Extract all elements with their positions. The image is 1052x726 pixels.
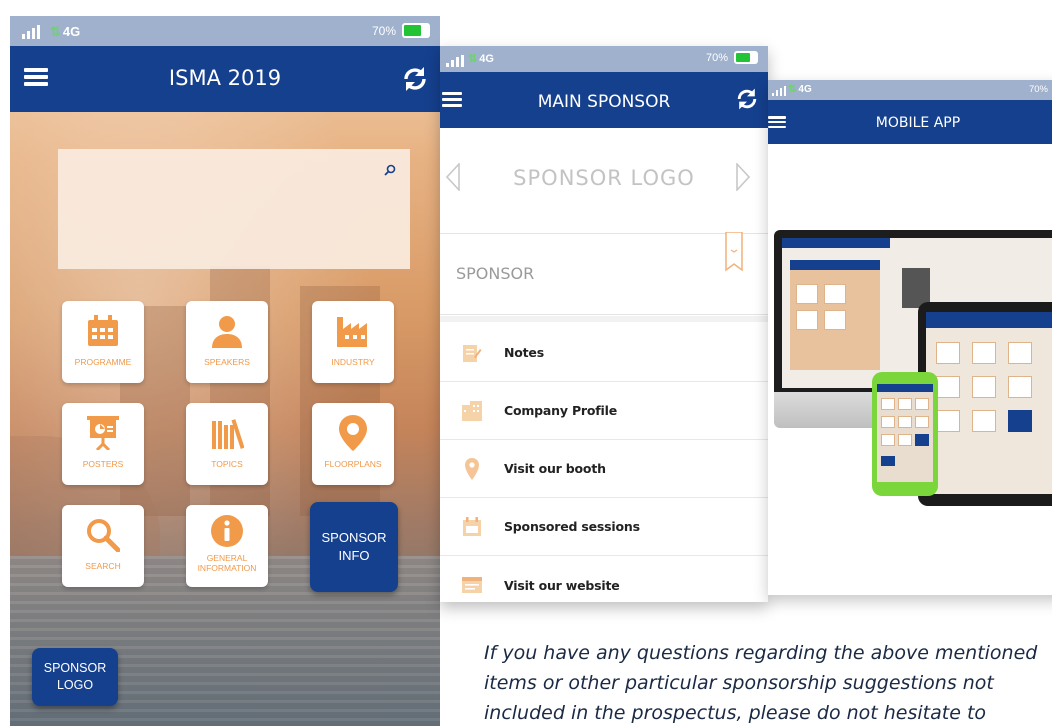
note-line: items or other particular sponsorship su… [484, 672, 994, 694]
menu-item-label: Company Profile [504, 403, 617, 418]
sponsor-logo-label: SPONSOR [43, 661, 107, 675]
sponsor-logo-carousel: SPONSOR LOGO [440, 128, 768, 230]
note-line: included in the prospectus, please do no… [484, 702, 987, 724]
tile-speakers[interactable]: SPEAKERS [186, 301, 268, 383]
tile-general-information[interactable]: GENERAL INFORMATION [186, 505, 268, 587]
tile-search[interactable]: SEARCH [62, 505, 144, 587]
building-icon [440, 400, 504, 421]
phone-home-screen: ⇅ 4G 70% ISMA 2019 PROGRAMME SPEAKERS IN… [10, 16, 440, 726]
status-bar: ⇅ 4G 70% [10, 16, 440, 46]
app-header: ISMA 2019 [10, 46, 440, 112]
menu-item-label: Visit our booth [504, 461, 606, 476]
tile-label: FLOORPLANS [324, 459, 382, 469]
sponsor-info-label: INFO [338, 548, 370, 563]
factory-icon [335, 311, 371, 351]
page-title: MOBILE APP [875, 115, 961, 131]
sponsor-logo-label: LOGO [56, 678, 94, 692]
browser-icon [440, 576, 504, 594]
page-title: ISMA 2019 [168, 66, 282, 90]
signal-icon [772, 86, 786, 96]
app-header: MOBILE APP [768, 100, 1052, 144]
section-divider [440, 316, 768, 322]
sponsor-name: SPONSOR [456, 264, 535, 283]
status-bar: ⇅ 4G 70% [440, 46, 768, 72]
tile-label: TOPICS [211, 459, 243, 469]
menu-item-label: Notes [504, 345, 544, 360]
phone-mobile-app-screen: ⇅ 4G 70% MOBILE APP [768, 80, 1052, 595]
tablet-mockup-image [918, 302, 1052, 506]
sponsor-logo-button[interactable]: SPONSOR LOGO [32, 648, 118, 706]
battery-icon [734, 51, 758, 64]
tile-programme[interactable]: PROGRAMME [62, 301, 144, 383]
composite-canvas: ⇅ 4G 70% ISMA 2019 PROGRAMME SPEAKERS IN… [0, 0, 1052, 726]
menu-item-visit-website[interactable]: Visit our website [440, 556, 768, 602]
refresh-icon[interactable] [734, 86, 760, 112]
tile-industry[interactable]: INDUSTRY [312, 301, 394, 383]
menu-item-sponsored-sessions[interactable]: Sponsored sessions [440, 498, 768, 556]
sponsor-logo-placeholder: SPONSOR LOGO [513, 166, 695, 190]
tile-label: INDUSTRY [331, 357, 375, 367]
tile-label: SPEAKERS [204, 357, 250, 367]
tile-floorplans[interactable]: FLOORPLANS [312, 403, 394, 485]
signal-icon [22, 25, 40, 39]
sponsor-info-label: SPONSOR [321, 530, 387, 545]
note-line: If you have any questions regarding the … [484, 642, 1038, 664]
menu-item-label: Sponsored sessions [504, 519, 640, 534]
battery-indicator: 70% [706, 51, 758, 64]
bookmark-icon[interactable] [724, 231, 744, 277]
sponsor-info-button[interactable]: SPONSOR INFO [310, 502, 398, 592]
battery-indicator: 70% [372, 23, 430, 38]
contact-note-text: If you have any questions regarding the … [484, 638, 1052, 726]
magnifier-icon [86, 515, 120, 555]
menu-item-visit-booth[interactable]: Visit our booth [440, 440, 768, 498]
calendar-icon [86, 311, 120, 351]
menu-item-notes[interactable]: Notes [440, 324, 768, 382]
tile-label: GENERAL INFORMATION [197, 553, 257, 573]
search-icon[interactable] [384, 163, 396, 181]
tile-topics[interactable]: TOPICS [186, 403, 268, 485]
phone-mockup-image [872, 372, 938, 496]
battery-indicator: 70% [1028, 83, 1048, 95]
menu-item-label: Visit our website [504, 577, 620, 593]
menu-item-company-profile[interactable]: Company Profile [440, 382, 768, 440]
presentation-icon [87, 413, 119, 453]
chevron-right-icon[interactable] [736, 161, 751, 196]
tile-posters[interactable]: POSTERS [62, 403, 144, 485]
network-indicator: ⇅ 4G [788, 84, 812, 95]
map-pin-icon [338, 413, 368, 453]
tile-label: PROGRAMME [74, 357, 132, 367]
status-bar: ⇅ 4G 70% [768, 80, 1052, 100]
location-icon [440, 457, 504, 480]
sponsor-name-row: SPONSOR [440, 231, 768, 315]
refresh-icon[interactable] [400, 64, 430, 94]
calendar-icon [440, 516, 504, 537]
tile-label: POSTERS [82, 459, 124, 469]
person-icon [210, 311, 244, 351]
info-icon [211, 511, 243, 551]
app-header: MAIN SPONSOR [440, 72, 768, 128]
tile-label: SEARCH [85, 561, 121, 571]
books-icon [210, 413, 244, 453]
network-indicator: ⇅ 4G [50, 24, 81, 39]
signal-icon [446, 55, 464, 67]
network-indicator: ⇅ 4G [468, 53, 494, 65]
notes-icon [440, 343, 504, 363]
page-title: MAIN SPONSOR [537, 92, 671, 112]
phone-main-sponsor-screen: ⇅ 4G 70% MAIN SPONSOR SPONSOR LOGO SPONSO… [440, 46, 768, 602]
search-field[interactable] [58, 149, 410, 269]
battery-icon [402, 23, 430, 38]
